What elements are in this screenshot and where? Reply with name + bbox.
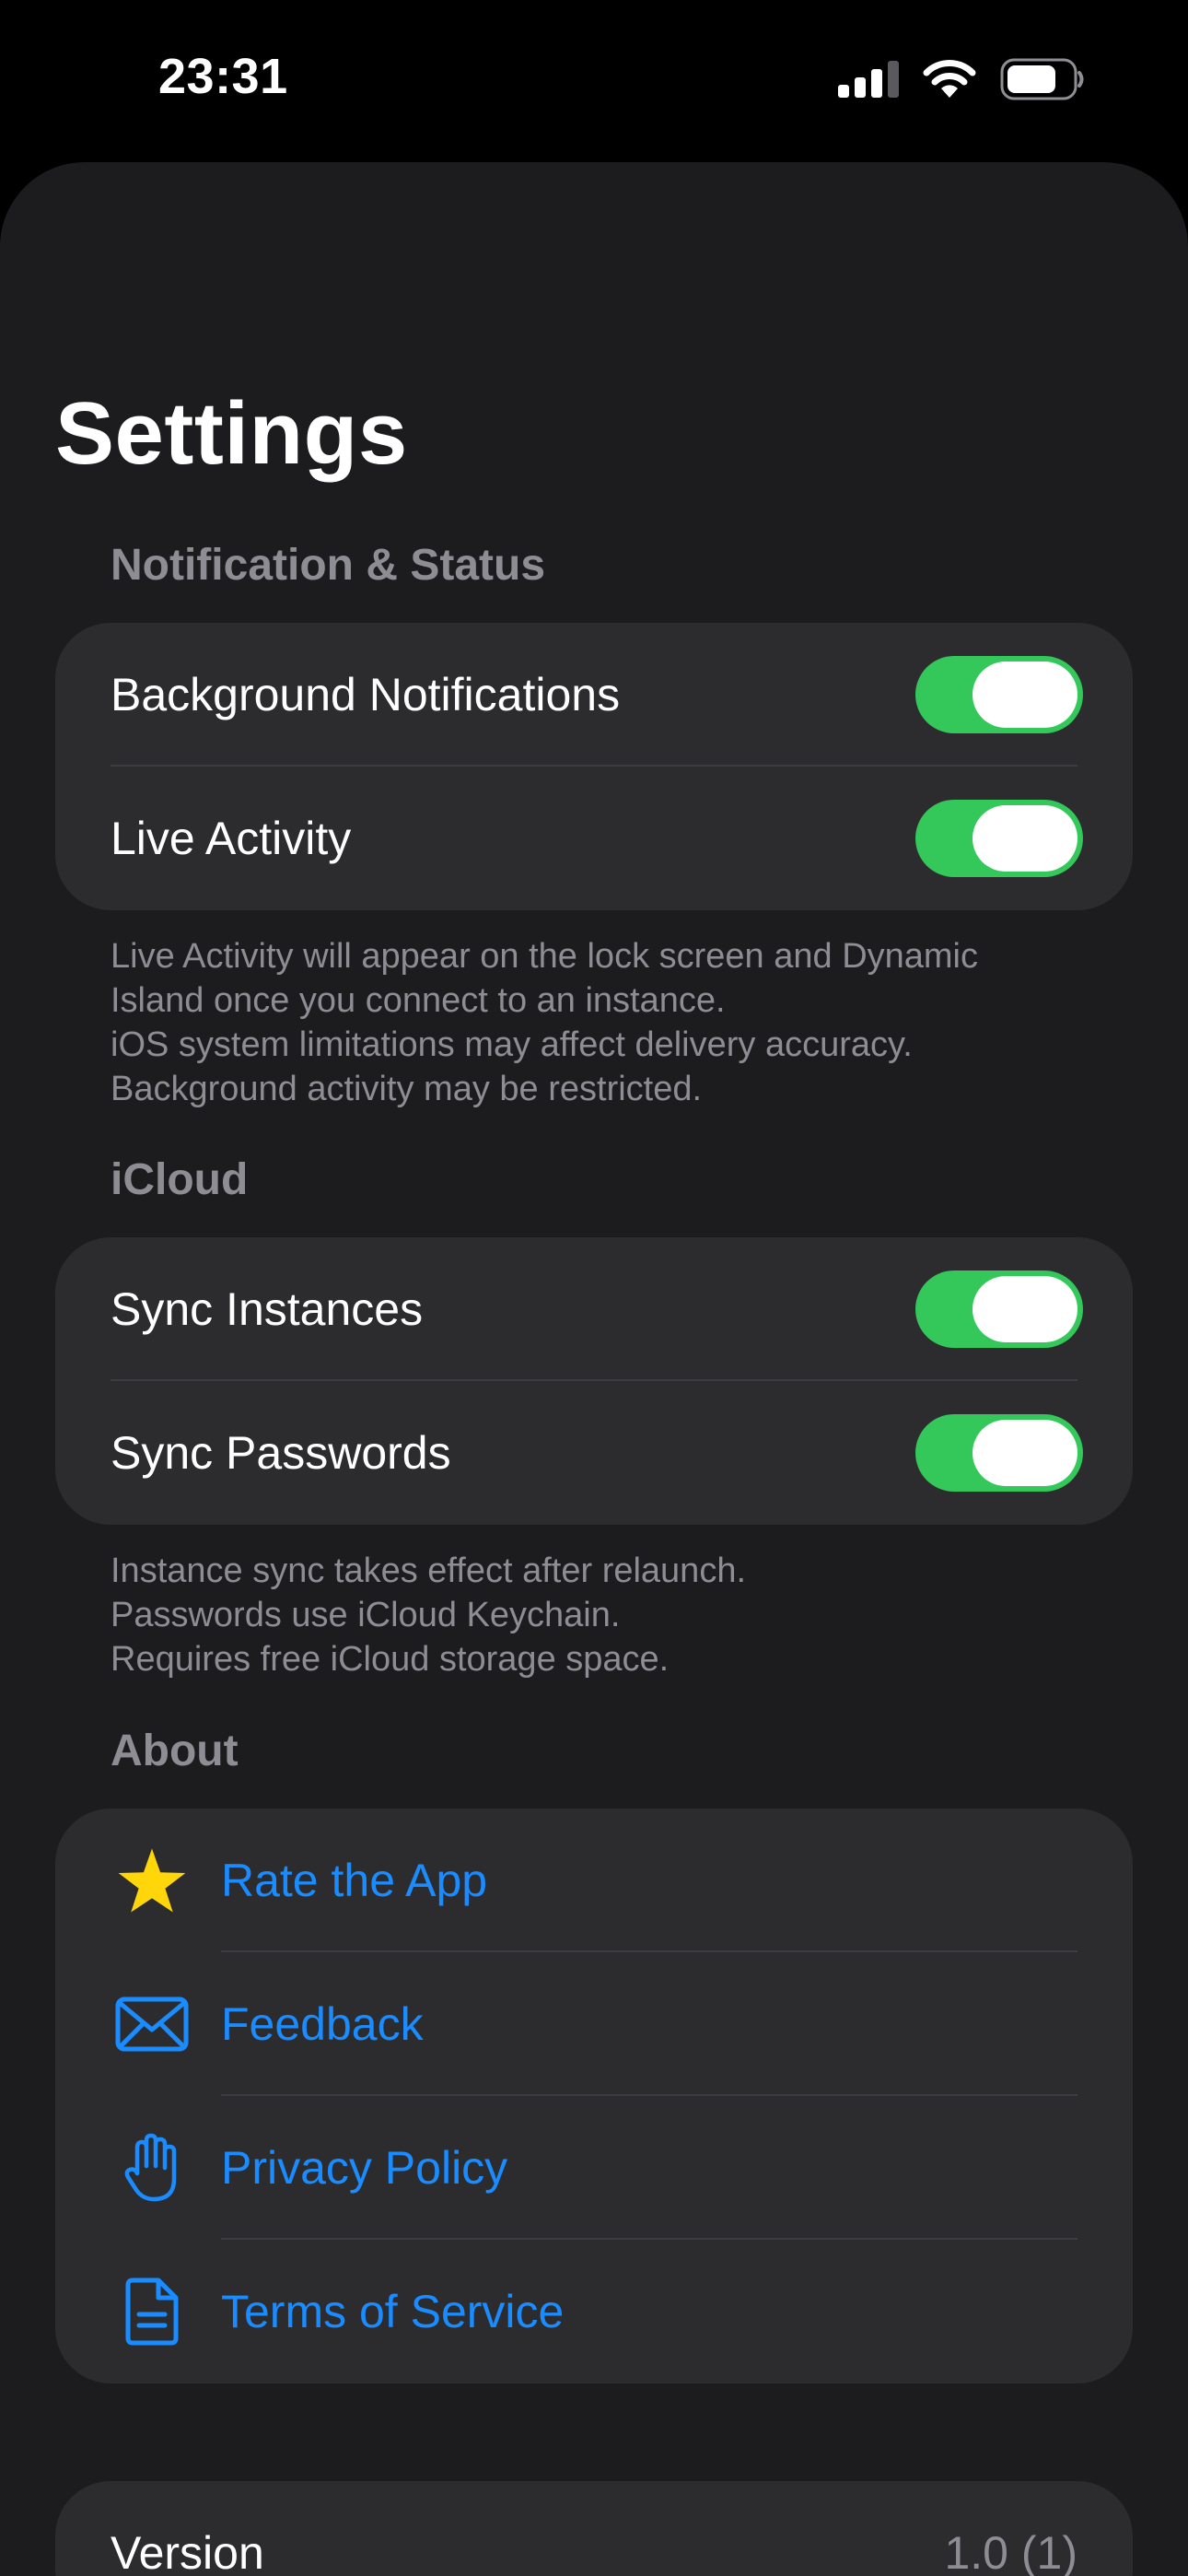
row-sync-instances: Sync Instances xyxy=(55,1237,1133,1381)
privacy-policy-row[interactable]: Privacy Policy xyxy=(55,2096,1133,2240)
footer-line: Background activity may be restricted. xyxy=(111,1070,703,1108)
notifications-group: Background Notifications Live Activity xyxy=(55,623,1133,910)
footer-line: iOS system limitations may affect delive… xyxy=(111,1025,913,1064)
feedback-link[interactable]: Feedback xyxy=(221,1997,424,2051)
live-activity-toggle[interactable] xyxy=(915,800,1083,877)
privacy-policy-link[interactable]: Privacy Policy xyxy=(221,2141,507,2195)
section-header-notifications: Notification & Status xyxy=(111,541,546,590)
envelope-icon xyxy=(111,1983,193,2066)
sync-passwords-label: Sync Passwords xyxy=(111,1427,451,1479)
status-bar: 23:31 xyxy=(0,0,1188,162)
live-activity-label: Live Activity xyxy=(111,813,352,864)
footer-line: Instance sync takes effect after relaunc… xyxy=(111,1551,747,1590)
sync-passwords-toggle[interactable] xyxy=(915,1414,1083,1492)
row-background-notifications: Background Notifications xyxy=(55,623,1133,767)
document-icon xyxy=(111,2270,193,2353)
terms-of-service-link[interactable]: Terms of Service xyxy=(221,2285,564,2338)
version-row: Version 1.0 (1) xyxy=(55,2481,1133,2576)
toggle-knob xyxy=(973,1420,1077,1486)
battery-icon xyxy=(1000,58,1085,105)
sync-instances-label: Sync Instances xyxy=(111,1283,424,1335)
settings-screen: 23:31 Settings Notification & Status Bac… xyxy=(0,0,1188,2576)
version-label: Version xyxy=(111,2527,264,2576)
footer-line: Requires free iCloud storage space. xyxy=(111,1640,670,1679)
background-notifications-toggle[interactable] xyxy=(915,656,1083,733)
row-live-activity: Live Activity xyxy=(55,767,1133,910)
wifi-icon xyxy=(923,59,976,104)
feedback-row[interactable]: Feedback xyxy=(55,1952,1133,2096)
star-icon xyxy=(111,1839,193,1922)
page-title: Settings xyxy=(55,384,408,483)
footer-line: Passwords use iCloud Keychain. xyxy=(111,1596,621,1634)
settings-sheet: Settings Notification & Status Backgroun… xyxy=(0,162,1188,2576)
rate-app-link[interactable]: Rate the App xyxy=(221,1854,487,1907)
rate-app-row[interactable]: Rate the App xyxy=(55,1809,1133,1952)
row-sync-passwords: Sync Passwords xyxy=(55,1381,1133,1525)
toggle-knob xyxy=(973,805,1077,872)
hand-raised-icon xyxy=(111,2126,193,2209)
sync-instances-toggle[interactable] xyxy=(915,1270,1083,1348)
version-group: Version 1.0 (1) xyxy=(55,2481,1133,2576)
status-icons xyxy=(838,57,1085,105)
toggle-knob xyxy=(973,662,1077,728)
icloud-footer: Instance sync takes effect after relaunc… xyxy=(111,1549,1105,1681)
status-time: 23:31 xyxy=(158,49,288,104)
terms-of-service-row[interactable]: Terms of Service xyxy=(55,2240,1133,2383)
background-notifications-label: Background Notifications xyxy=(111,669,621,720)
icloud-group: Sync Instances Sync Passwords xyxy=(55,1237,1133,1525)
about-group: Rate the App Feedback Privacy Policy Ter… xyxy=(55,1809,1133,2383)
toggle-knob xyxy=(973,1276,1077,1342)
cellular-signal-icon xyxy=(838,60,899,102)
footer-line: Live Activity will appear on the lock sc… xyxy=(111,937,979,976)
section-header-icloud: iCloud xyxy=(111,1155,249,1204)
notifications-footer: Live Activity will appear on the lock sc… xyxy=(111,934,1105,1111)
section-header-about: About xyxy=(111,1727,239,1775)
footer-line: Island once you connect to an instance. xyxy=(111,981,726,1020)
version-value: 1.0 (1) xyxy=(944,2527,1077,2576)
